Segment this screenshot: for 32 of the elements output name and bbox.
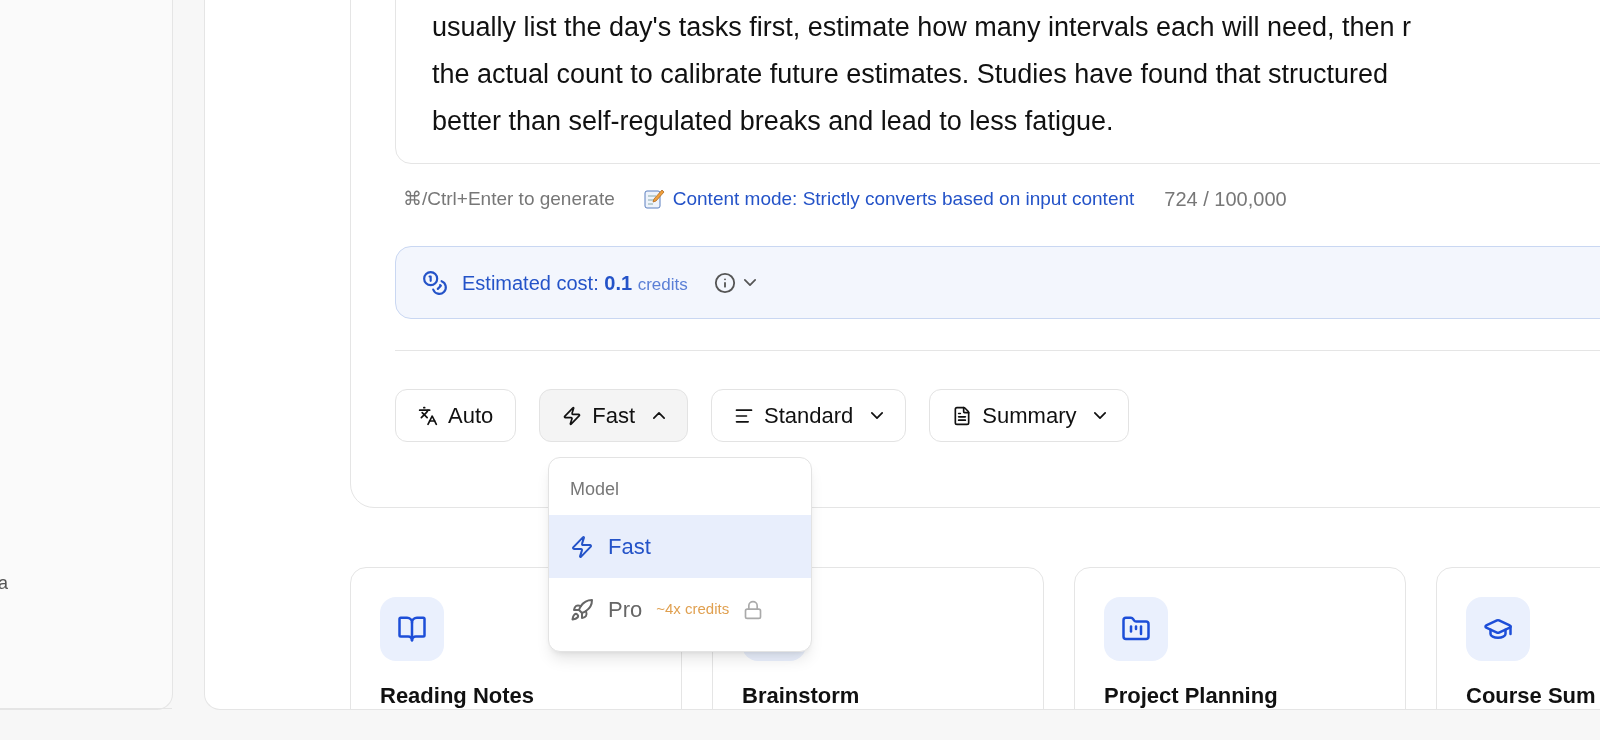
cost-details-toggle[interactable] <box>713 271 756 294</box>
toolbar-dropdown[interactable]: Standard <box>711 389 907 442</box>
chevron-down-icon <box>871 412 884 419</box>
template-title: Reading Notes <box>380 685 536 707</box>
character-count: 724 / 100,000 <box>1164 187 1287 212</box>
template-card[interactable]: Project Planning <box>1074 567 1406 709</box>
menu-item[interactable]: Fast <box>549 515 811 578</box>
toolbar-dropdown[interactable]: Auto <box>395 389 517 442</box>
lightning-icon <box>562 405 583 426</box>
translate-icon <box>418 405 438 426</box>
template-title: Project Planning <box>1104 685 1279 707</box>
chevron-down-icon <box>743 279 756 286</box>
memo-icon <box>642 188 665 210</box>
toolbar-dropdown[interactable]: Summary <box>929 389 1130 442</box>
shortcut-hint: ⌘/Ctrl+Enter to generate <box>403 186 615 211</box>
toolbar-dropdown[interactable]: Fast <box>539 389 689 442</box>
estimated-cost: Estimated cost: 0.1 credits <box>462 270 688 296</box>
info-icon <box>713 271 736 294</box>
chevron-down-icon <box>1094 412 1107 419</box>
template-title: Brainstorm <box>742 685 861 707</box>
input-text: usually list the day's tasks first, estimate how many intervals each will need, then r the actual count to calibrate future estimates. Studies have found that structured better than self-regulated breaks and lead to less fatigue. <box>432 11 1412 138</box>
chevron-up-icon <box>653 412 666 419</box>
rocket-icon <box>570 597 594 622</box>
document-icon <box>952 405 973 426</box>
content-mode-link[interactable]: Content mode: Strictly converts based on input content <box>672 184 1135 214</box>
text-area[interactable] <box>395 0 1600 164</box>
menu-header: Model <box>569 478 621 501</box>
book-icon <box>397 614 427 644</box>
template-title: Course Sum <box>1466 685 1597 707</box>
lightning-icon <box>570 534 594 559</box>
template-card[interactable]: Course Sum <box>1436 567 1600 709</box>
coins-icon <box>422 269 448 296</box>
